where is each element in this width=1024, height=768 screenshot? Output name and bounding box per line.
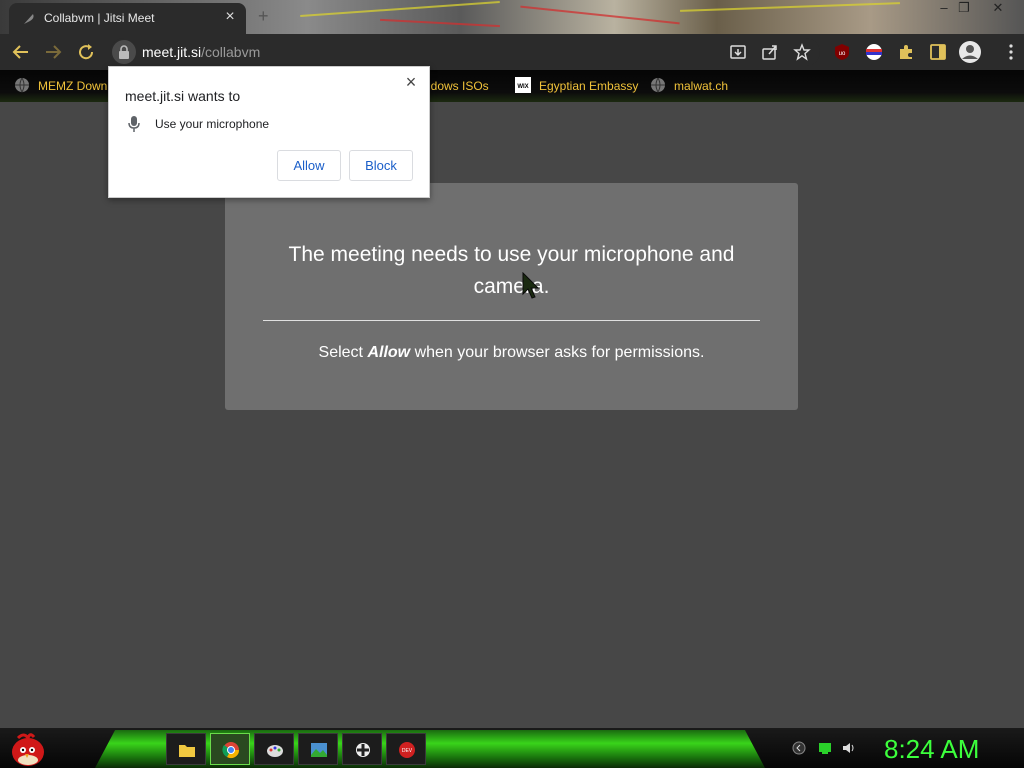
- mouse-cursor-icon: [522, 272, 540, 299]
- popup-close-icon[interactable]: ×: [402, 73, 420, 91]
- extensions-puzzle-icon[interactable]: [897, 43, 915, 61]
- globe-icon: [651, 77, 665, 93]
- taskbar: DEV 8:24 AM: [0, 728, 1024, 768]
- ublock-icon[interactable]: uo: [833, 43, 851, 61]
- subtitle-prefix: Select: [318, 344, 368, 361]
- permission-text: Use your microphone: [155, 117, 270, 131]
- svg-text:WIX: WIX: [517, 84, 528, 90]
- chrome-icon: [222, 742, 240, 759]
- url-path: /collabvm: [201, 44, 261, 60]
- forward-icon[interactable]: [44, 43, 62, 61]
- profile-avatar-icon[interactable]: [959, 41, 981, 63]
- bookmark-star-icon[interactable]: [793, 43, 811, 61]
- browser-tab[interactable]: Collabvm | Jitsi Meet ×: [9, 3, 246, 34]
- start-button-angry-bird-icon[interactable]: [8, 728, 46, 768]
- tab-close-icon[interactable]: ×: [222, 9, 238, 25]
- tray-volume-icon[interactable]: [842, 741, 856, 755]
- notice-title: The meeting needs to use your microphone…: [288, 243, 735, 298]
- dev-icon: DEV: [399, 742, 415, 758]
- notice-subtitle: Select Allow when your browser asks for …: [225, 344, 798, 362]
- gear-icon: [356, 743, 370, 757]
- feather-icon: [24, 14, 34, 24]
- svg-text:DEV: DEV: [402, 748, 413, 754]
- bookmark-egyptian-embassy[interactable]: WIX Egyptian Embassy: [515, 77, 638, 95]
- permission-popup: meet.jit.si wants to × Use your micropho…: [108, 66, 430, 198]
- extension-flag-icon[interactable]: [865, 43, 883, 61]
- permission-notice-card: The meeting needs to use your microphone…: [225, 183, 798, 410]
- browser-toolbar: meet.jit.si/collabvm uo: [0, 34, 1024, 70]
- reload-icon[interactable]: [77, 43, 95, 61]
- globe-icon: [15, 77, 29, 93]
- taskbar-photos[interactable]: [298, 733, 338, 765]
- share-icon[interactable]: [761, 43, 779, 61]
- photo-icon: [311, 743, 327, 757]
- subtitle-emphasis: Allow: [367, 344, 411, 361]
- bookmark-memz[interactable]: MEMZ Down: [14, 77, 107, 95]
- tray-arrow-icon[interactable]: [792, 741, 806, 755]
- taskbar-explorer[interactable]: [166, 733, 206, 765]
- tray-network-icon[interactable]: [818, 741, 832, 755]
- bookmark-malwatch[interactable]: malwat.ch: [650, 77, 728, 95]
- wix-icon: WIX: [515, 77, 531, 93]
- new-tab-button[interactable]: +: [258, 7, 269, 25]
- bookmark-label: Egyptian Embassy: [539, 79, 639, 93]
- taskbar-settings[interactable]: [342, 733, 382, 765]
- block-button[interactable]: Block: [349, 150, 413, 181]
- bookmark-label: malwat.ch: [674, 79, 729, 93]
- paint-icon: [267, 745, 283, 757]
- taskbar-clock[interactable]: 8:24 AM: [884, 734, 979, 765]
- url-text: meet.jit.si/collabvm: [142, 44, 260, 60]
- address-bar[interactable]: meet.jit.si/collabvm: [110, 38, 820, 66]
- popup-heading: meet.jit.si wants to: [125, 88, 241, 104]
- site-info-button[interactable]: [112, 40, 136, 64]
- lock-icon: [119, 45, 129, 59]
- back-icon[interactable]: [12, 43, 30, 61]
- bookmark-label: MEMZ Down: [38, 79, 108, 93]
- svg-text:uo: uo: [839, 51, 846, 57]
- taskbar-dev[interactable]: DEV: [386, 733, 426, 765]
- menu-kebab-icon[interactable]: [1002, 43, 1020, 61]
- taskbar-chrome[interactable]: [210, 733, 250, 765]
- allow-button[interactable]: Allow: [277, 150, 341, 181]
- minimize-button[interactable]: –: [934, 1, 954, 15]
- folder-icon: [179, 745, 195, 757]
- close-window-button[interactable]: ✕: [988, 1, 1008, 15]
- subtitle-suffix: when your browser asks for permissions.: [410, 344, 705, 361]
- tab-title: Collabvm | Jitsi Meet: [44, 11, 155, 25]
- microphone-icon: [128, 116, 140, 132]
- side-panel-icon[interactable]: [929, 43, 947, 61]
- taskbar-paint[interactable]: [254, 733, 294, 765]
- url-host: meet.jit.si: [142, 44, 202, 60]
- maximize-button[interactable]: ❐: [954, 1, 974, 15]
- title-bar: Collabvm | Jitsi Meet × + – ❐ ✕: [0, 0, 1024, 34]
- divider: [263, 320, 760, 321]
- install-app-icon[interactable]: [729, 43, 747, 61]
